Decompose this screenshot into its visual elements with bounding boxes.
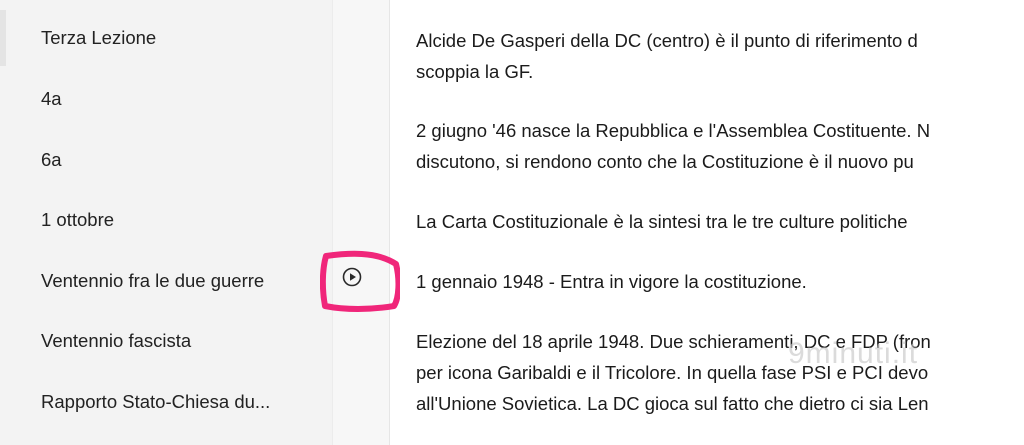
page-item-label: Terza Lezione <box>41 27 157 48</box>
paragraph: La Carta Costituzionale è la sintesi tra… <box>416 206 908 237</box>
page-item-ventennio-fascista[interactable]: Ventennio fascista <box>0 313 332 369</box>
page-item-label: Rapporto Stato-Chiesa du... <box>41 391 271 412</box>
page-gutter <box>332 0 390 445</box>
page-item-label: Ventennio fascista <box>41 330 192 351</box>
text-line: per icona Garibaldi e il Tricolore. In q… <box>416 362 929 383</box>
page-item-1-ottobre[interactable]: 1 ottobre <box>0 192 332 248</box>
text-line: 1 gennaio 1948 - Entra in vigore la cost… <box>416 271 807 292</box>
page-list-sidebar: Terza Lezione 4a 6a 1 ottobre Ventennio … <box>0 0 332 445</box>
page-item-ventennio-guerre[interactable]: Ventennio fra le due guerre <box>0 253 332 309</box>
paragraph: 2 giugno '46 nasce la Repubblica e l'Ass… <box>416 115 930 177</box>
paragraph: Alcide De Gasperi della DC (centro) è il… <box>416 25 918 87</box>
text-line: scoppia la GF. <box>416 61 534 82</box>
text-line: Alcide De Gasperi della DC (centro) è il… <box>416 30 918 51</box>
page-item-label: 6a <box>41 149 62 170</box>
text-line: Elezione del 18 aprile 1948. Due schiera… <box>416 331 931 352</box>
paragraph: Elezione del 18 aprile 1948. Due schiera… <box>416 326 931 419</box>
note-content[interactable]: Alcide De Gasperi della DC (centro) è il… <box>416 0 1024 445</box>
page-item-6a[interactable]: 6a <box>0 132 332 188</box>
page-item-terza-lezione[interactable]: Terza Lezione <box>0 10 332 66</box>
page-item-label: Ventennio fra le due guerre <box>41 270 265 291</box>
text-line: discutono, si rendono conto che la Costi… <box>416 151 914 172</box>
page-item-label: 1 ottobre <box>41 209 115 230</box>
page-item-rapporto-stato-chiesa[interactable]: Rapporto Stato-Chiesa du... <box>0 374 332 430</box>
paragraph: 1 gennaio 1948 - Entra in vigore la cost… <box>416 266 807 297</box>
text-line: 2 giugno '46 nasce la Repubblica e l'Ass… <box>416 120 931 141</box>
text-line: all'Unione Sovietica. La DC gioca sul fa… <box>416 393 929 414</box>
text-line: La Carta Costituzionale è la sintesi tra… <box>416 211 908 232</box>
page-item-4a[interactable]: 4a <box>0 71 332 127</box>
play-circle-icon <box>342 267 362 287</box>
page-item-label: 4a <box>41 88 62 109</box>
play-audio-button[interactable] <box>337 262 367 292</box>
